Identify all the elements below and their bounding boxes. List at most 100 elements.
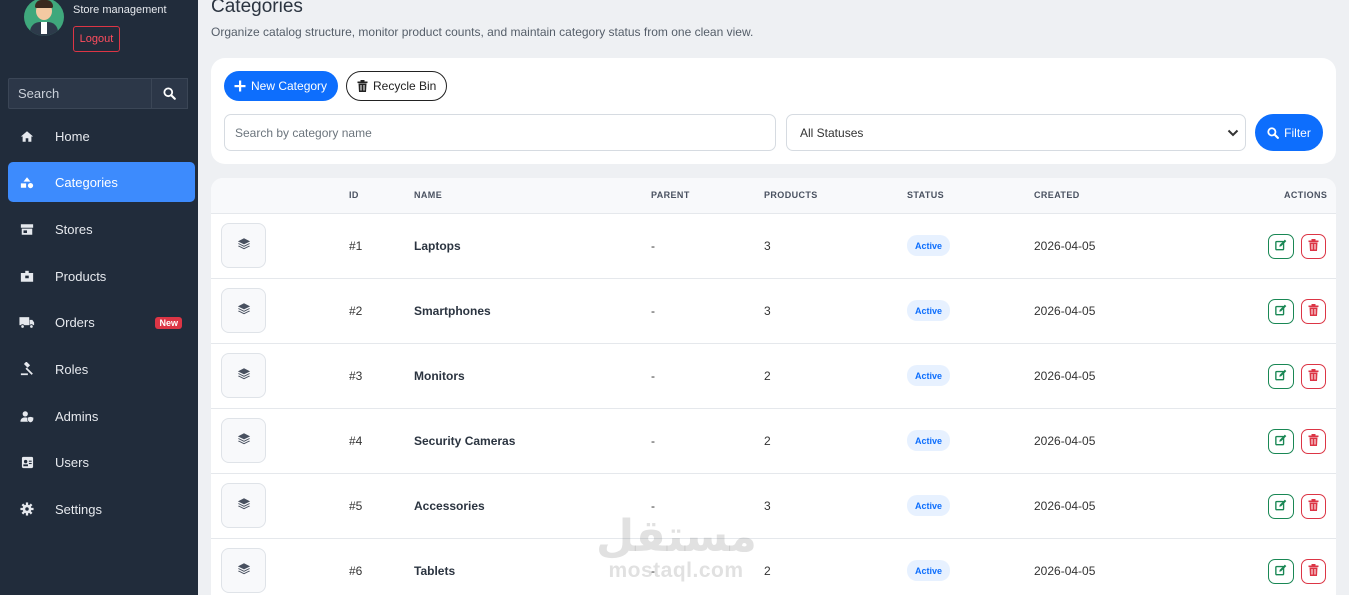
status-select[interactable]: All Statuses xyxy=(786,114,1246,151)
column-header-created: CREATED xyxy=(1034,190,1080,200)
sidebar-item-admins[interactable]: Admins xyxy=(8,396,195,436)
status-select-value: All Statuses xyxy=(800,126,864,140)
box-icon xyxy=(8,270,46,283)
category-name: Monitors xyxy=(414,369,465,383)
new-category-label: New Category xyxy=(251,79,328,93)
category-id: #6 xyxy=(349,564,363,578)
store-label: Store management xyxy=(73,4,167,16)
category-thumbnail xyxy=(221,483,266,528)
gear-icon xyxy=(8,502,46,516)
table-row: #2 Smartphones - 3 Active 2026-04-05 xyxy=(211,279,1336,344)
delete-button[interactable] xyxy=(1301,559,1326,584)
toolbar-card: New Category Recycle Bin Search by categ… xyxy=(211,58,1336,164)
trash-icon xyxy=(1308,303,1319,321)
category-id: #2 xyxy=(349,304,363,318)
category-products: 3 xyxy=(764,499,771,513)
sidebar-item-products[interactable]: Products xyxy=(8,256,195,296)
sidebar-search-input[interactable]: Search xyxy=(8,78,151,109)
category-thumbnail xyxy=(221,353,266,398)
column-header-parent: PARENT xyxy=(651,190,690,200)
sidebar-item-categories[interactable]: Categories xyxy=(8,162,195,202)
sidebar-item-label: Products xyxy=(55,268,107,284)
layers-icon xyxy=(237,367,251,385)
logout-button[interactable]: Logout xyxy=(73,26,120,52)
sidebar-item-label: Roles xyxy=(55,361,89,377)
category-parent: - xyxy=(651,304,655,318)
status-badge: Active xyxy=(907,430,951,451)
category-id: #1 xyxy=(349,239,363,253)
category-search-input[interactable]: Search by category name xyxy=(224,114,776,151)
sidebar-item-roles[interactable]: Roles xyxy=(8,349,195,389)
new-category-button[interactable]: New Category xyxy=(224,71,339,101)
edit-icon xyxy=(1275,498,1287,516)
sidebar-item-orders[interactable]: Orders New xyxy=(8,302,195,342)
search-icon xyxy=(163,87,176,100)
delete-button[interactable] xyxy=(1301,364,1326,389)
sidebar-search-button[interactable] xyxy=(151,78,188,109)
categories-table: ID NAME PARENT PRODUCTS STATUS CREATED A… xyxy=(211,178,1336,595)
sidebar-item-stores[interactable]: Stores xyxy=(8,209,195,249)
sidebar-item-label: Categories xyxy=(55,174,118,190)
column-header-products: PRODUCTS xyxy=(764,190,818,200)
id-card-icon xyxy=(8,456,46,469)
edit-button[interactable] xyxy=(1268,559,1294,584)
category-products: 2 xyxy=(764,369,771,383)
category-id: #5 xyxy=(349,499,363,513)
edit-button[interactable] xyxy=(1268,299,1294,324)
status-badge: Active xyxy=(907,300,951,321)
category-name: Laptops xyxy=(414,239,461,253)
delete-button[interactable] xyxy=(1301,299,1326,324)
sidebar-item-label: Settings xyxy=(55,501,102,517)
sidebar: Store management Logout Search Home Cate… xyxy=(0,0,198,595)
avatar xyxy=(24,0,64,36)
sidebar-item-settings[interactable]: Settings xyxy=(8,489,195,529)
delete-button[interactable] xyxy=(1301,494,1326,519)
column-header-id: ID xyxy=(349,190,359,200)
table-row: #4 Security Cameras - 2 Active 2026-04-05 xyxy=(211,409,1336,474)
plus-icon xyxy=(234,80,246,92)
layers-icon xyxy=(237,497,251,515)
column-header-actions: ACTIONS xyxy=(1284,190,1328,200)
table-row: #6 Tablets - 2 Active 2026-04-05 xyxy=(211,539,1336,595)
edit-button[interactable] xyxy=(1268,234,1294,259)
recycle-bin-button[interactable]: Recycle Bin xyxy=(346,71,448,101)
category-created: 2026-04-05 xyxy=(1034,239,1096,253)
category-created: 2026-04-05 xyxy=(1034,499,1096,513)
layers-icon xyxy=(237,237,251,255)
sidebar-search: Search xyxy=(8,78,188,109)
edit-icon xyxy=(1275,433,1287,451)
column-header-status: STATUS xyxy=(907,190,945,200)
edit-button[interactable] xyxy=(1268,364,1294,389)
sidebar-item-users[interactable]: Users xyxy=(8,442,195,482)
category-created: 2026-04-05 xyxy=(1034,369,1096,383)
home-icon xyxy=(8,130,46,143)
page-title: Categories xyxy=(211,0,303,17)
category-parent: - xyxy=(651,239,655,253)
truck-icon xyxy=(8,316,46,329)
status-badge: Active xyxy=(907,365,951,386)
edit-icon xyxy=(1275,563,1287,581)
sidebar-item-home[interactable]: Home xyxy=(8,116,195,156)
edit-icon xyxy=(1275,303,1287,321)
edit-button[interactable] xyxy=(1268,429,1294,454)
sidebar-item-label: Home xyxy=(55,128,90,144)
status-badge: Active xyxy=(907,560,951,581)
layers-icon xyxy=(237,562,251,580)
edit-button[interactable] xyxy=(1268,494,1294,519)
category-products: 3 xyxy=(764,304,771,318)
sidebar-item-label: Stores xyxy=(55,221,93,237)
sidebar-item-label: Orders xyxy=(55,314,95,330)
category-thumbnail xyxy=(221,288,266,333)
delete-button[interactable] xyxy=(1301,234,1326,259)
user-shield-icon xyxy=(8,410,46,423)
sidebar-item-label: Users xyxy=(55,454,89,470)
filter-button[interactable]: Filter xyxy=(1255,114,1323,151)
store-icon xyxy=(8,223,46,236)
delete-button[interactable] xyxy=(1301,429,1326,454)
category-name: Accessories xyxy=(414,499,485,513)
trash-icon xyxy=(1308,563,1319,581)
layers-icon xyxy=(237,432,251,450)
trash-icon xyxy=(357,80,368,92)
new-badge: New xyxy=(155,317,182,329)
gavel-icon xyxy=(8,362,46,376)
